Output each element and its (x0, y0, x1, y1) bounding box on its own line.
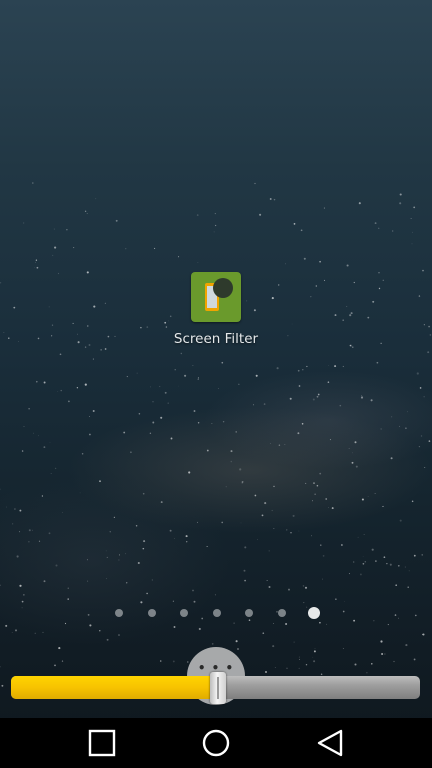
page-dot[interactable] (277, 609, 286, 617)
square-icon (88, 729, 116, 757)
back-button[interactable] (300, 718, 360, 768)
page-dot[interactable] (115, 609, 123, 617)
page-dot[interactable] (212, 609, 221, 617)
screen-filter-app-icon (191, 272, 241, 322)
recents-button[interactable] (72, 718, 132, 768)
page-dot-active[interactable] (308, 607, 320, 619)
home-button[interactable] (186, 718, 246, 768)
home-screen: Screen Filter • • • (0, 0, 432, 768)
brightness-slider-fill (11, 676, 218, 699)
page-dot[interactable] (147, 609, 156, 617)
triangle-back-icon (317, 729, 343, 757)
app-shortcut-screen-filter[interactable]: Screen Filter (166, 272, 266, 347)
brightness-slider-thumb[interactable] (209, 672, 226, 704)
page-dot[interactable] (245, 609, 253, 617)
page-dot[interactable] (180, 609, 188, 617)
navigation-bar (0, 718, 432, 768)
page-indicator (0, 604, 432, 622)
app-label: Screen Filter (173, 331, 259, 347)
circle-icon (202, 729, 230, 757)
